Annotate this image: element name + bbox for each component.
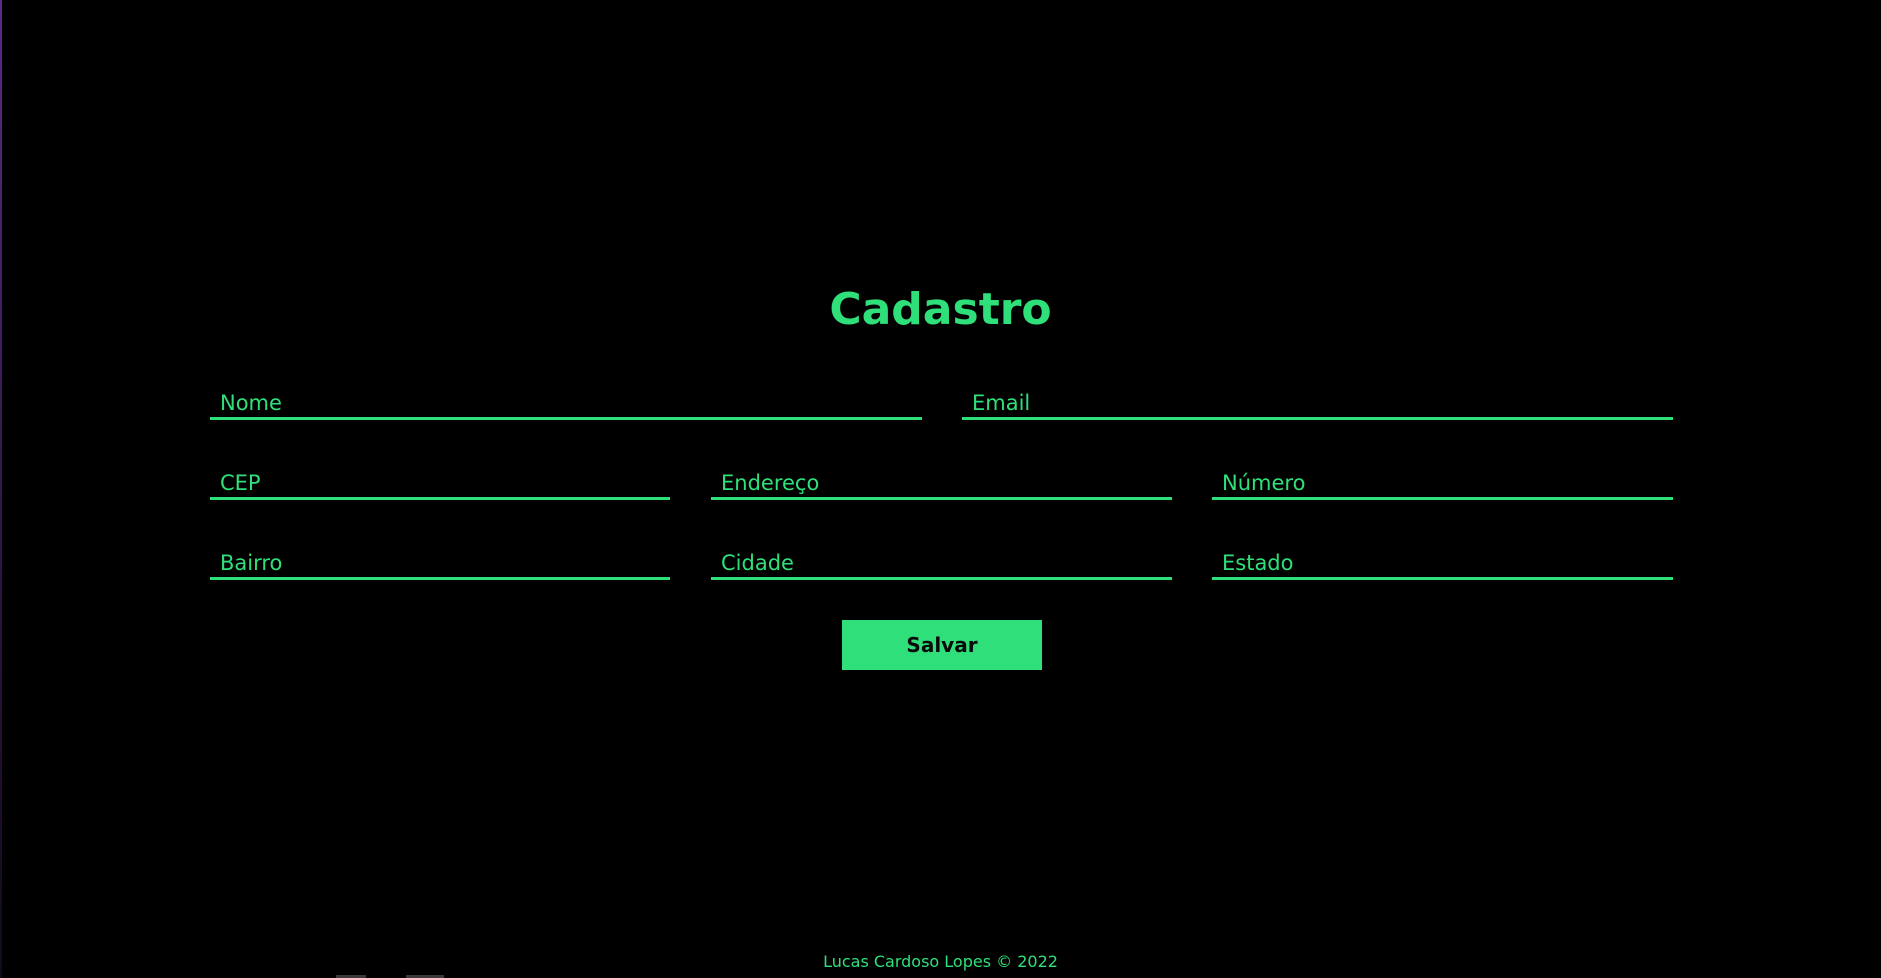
nome-input[interactable] xyxy=(210,380,922,417)
numero-field xyxy=(1212,460,1673,500)
page-title: Cadastro xyxy=(829,284,1052,335)
estado-input[interactable] xyxy=(1212,540,1673,577)
cep-field xyxy=(210,460,670,500)
nome-field xyxy=(210,380,922,420)
email-input[interactable] xyxy=(962,380,1673,417)
email-field xyxy=(962,380,1673,420)
window-edge xyxy=(0,0,2,978)
save-button[interactable]: Salvar xyxy=(842,620,1042,670)
estado-field xyxy=(1212,540,1673,580)
cidade-input[interactable] xyxy=(711,540,1172,577)
bairro-input[interactable] xyxy=(210,540,670,577)
endereco-input[interactable] xyxy=(711,460,1172,497)
footer-credits: Lucas Cardoso Lopes © 2022 xyxy=(823,952,1058,971)
bairro-field xyxy=(210,540,670,580)
endereco-field xyxy=(711,460,1172,500)
numero-input[interactable] xyxy=(1212,460,1673,497)
cep-input[interactable] xyxy=(210,460,670,497)
cidade-field xyxy=(711,540,1172,580)
